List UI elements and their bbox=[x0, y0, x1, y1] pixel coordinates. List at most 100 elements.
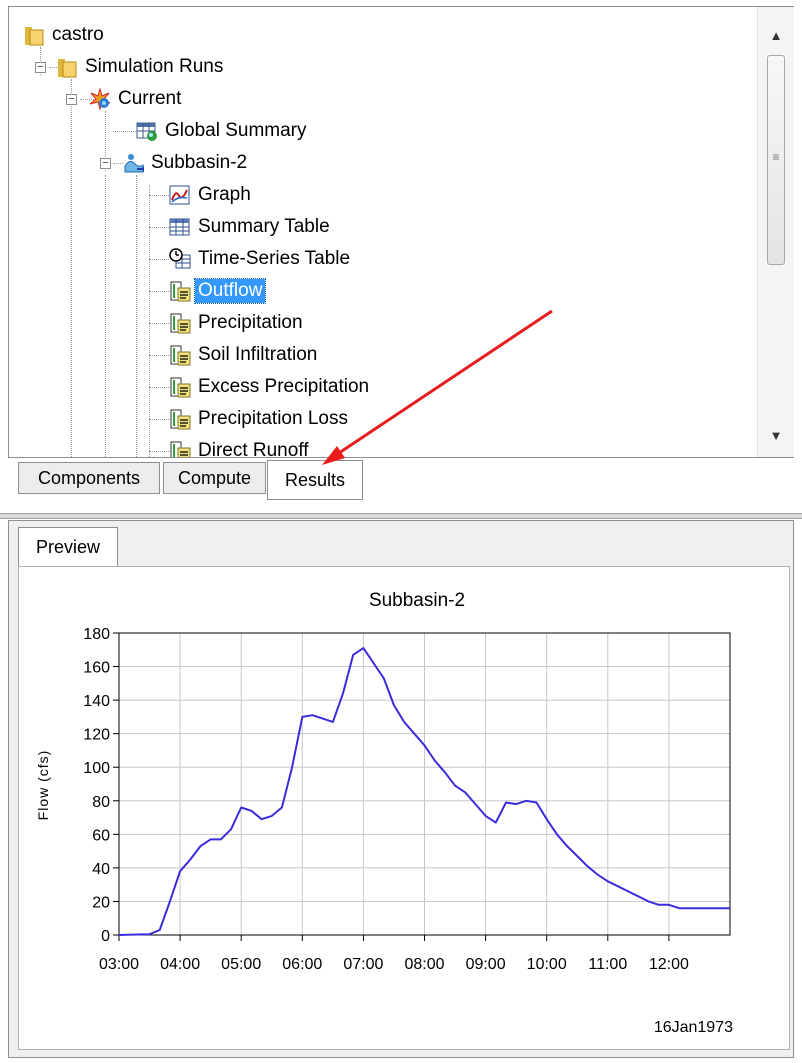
x-tick-label: 06:00 bbox=[282, 956, 322, 973]
tree-item-label: Graph bbox=[198, 184, 251, 205]
tree-connector bbox=[149, 195, 169, 196]
x-tick-label: 12:00 bbox=[649, 956, 689, 973]
y-tick-label: 0 bbox=[101, 928, 110, 945]
tree-item-label: Summary Table bbox=[198, 216, 330, 237]
tree-item-precipitation-loss[interactable]: Precipitation Loss bbox=[169, 405, 351, 433]
tree-connector bbox=[149, 387, 169, 388]
y-tick-label: 140 bbox=[83, 693, 110, 710]
tree-item-label: Excess Precipitation bbox=[198, 376, 370, 397]
y-tick-label: 40 bbox=[92, 861, 110, 878]
x-tick-label: 07:00 bbox=[343, 956, 383, 973]
tree-item-direct-runoff[interactable]: Direct Runoff bbox=[169, 437, 312, 457]
tree-item-label: Precipitation Loss bbox=[198, 408, 348, 429]
result-series-icon bbox=[169, 344, 191, 366]
result-series-icon bbox=[169, 376, 191, 398]
table-icon bbox=[169, 216, 191, 238]
x-tick-label: 09:00 bbox=[466, 956, 506, 973]
x-tick-label: 04:00 bbox=[160, 956, 200, 973]
scrollbar-thumb[interactable]: ≡ bbox=[767, 55, 785, 265]
tab-label: Components bbox=[37, 467, 141, 488]
x-tick-label: 03:00 bbox=[99, 956, 139, 973]
tree-connector bbox=[136, 175, 137, 457]
tree-item-label: Subbasin-2 bbox=[151, 152, 248, 173]
x-tick-label: 05:00 bbox=[221, 956, 261, 973]
tab-label: Preview bbox=[35, 537, 101, 557]
y-tick-label: 160 bbox=[83, 660, 110, 677]
y-tick-label: 120 bbox=[83, 727, 110, 744]
tree-connector bbox=[149, 185, 150, 457]
result-series-icon bbox=[169, 312, 191, 334]
result-series-icon bbox=[169, 280, 191, 302]
tree-connector bbox=[105, 175, 106, 457]
graph-icon bbox=[169, 184, 191, 206]
tree-item-label: Global Summary bbox=[165, 120, 307, 141]
subbasin-icon bbox=[122, 152, 145, 174]
tree-item-label: Direct Runoff bbox=[198, 440, 309, 457]
tree-connector bbox=[149, 419, 169, 420]
tree-item-label: Precipitation bbox=[198, 312, 303, 333]
project-tree: − − − castro Simulation Runs Current Glo… bbox=[9, 7, 751, 457]
folder-icon bbox=[56, 56, 78, 78]
scroll-up-arrow-icon[interactable]: ▲ bbox=[758, 17, 794, 53]
result-series-icon bbox=[169, 440, 191, 457]
tree-item-current[interactable]: Current bbox=[89, 85, 184, 113]
tree-item-time-series-table[interactable]: Time-Series Table bbox=[169, 245, 353, 273]
tree-connector bbox=[149, 451, 169, 452]
outflow-chart: Subbasin-2 Flow (cfs) 16Jan1973 0 20 40 60 8… bbox=[35, 590, 733, 1036]
tab-compute[interactable]: Compute bbox=[163, 462, 266, 494]
tab-preview[interactable]: Preview bbox=[18, 527, 118, 567]
y-tick-label: 60 bbox=[92, 827, 110, 844]
scroll-down-arrow-icon[interactable]: ▼ bbox=[758, 417, 794, 453]
simulation-run-icon bbox=[89, 87, 111, 111]
tree-connector bbox=[149, 227, 169, 228]
tree-item-label: Soil Infiltration bbox=[198, 344, 318, 365]
tree-item-soil-infiltration[interactable]: Soil Infiltration bbox=[169, 341, 320, 369]
project-tree-panel: − − − castro Simulation Runs Current Glo… bbox=[8, 6, 794, 458]
y-tick-label: 20 bbox=[92, 894, 110, 911]
y-tick-label: 100 bbox=[83, 760, 110, 777]
collapse-toggle[interactable]: − bbox=[35, 62, 46, 73]
tree-item-excess-precipitation[interactable]: Excess Precipitation bbox=[169, 373, 372, 401]
tree-connector bbox=[149, 355, 169, 356]
tree-item-castro[interactable]: castro bbox=[23, 21, 107, 49]
tree-item-label: Current bbox=[118, 88, 182, 109]
x-tick-label: 08:00 bbox=[404, 956, 444, 973]
result-series-icon bbox=[169, 408, 191, 430]
chart-title: Subbasin-2 bbox=[369, 590, 465, 611]
y-axis-label: Flow (cfs) bbox=[35, 750, 51, 821]
tree-connector bbox=[113, 131, 138, 132]
scrollbar-grip-icon: ≡ bbox=[772, 150, 780, 164]
tab-results[interactable]: Results bbox=[267, 460, 363, 500]
tree-item-graph[interactable]: Graph bbox=[169, 181, 254, 209]
tree-item-simulation-runs[interactable]: Simulation Runs bbox=[56, 53, 226, 81]
tree-connector bbox=[149, 259, 169, 260]
y-tick-label: 80 bbox=[92, 794, 110, 811]
tree-item-label: Time-Series Table bbox=[198, 248, 351, 269]
tree-connector bbox=[149, 291, 169, 292]
time-series-table-icon bbox=[169, 248, 191, 270]
global-summary-icon bbox=[136, 120, 158, 142]
tab-components[interactable]: Components bbox=[18, 462, 160, 494]
split-pane-divider[interactable] bbox=[0, 513, 802, 519]
tree-item-outflow[interactable]: Outflow bbox=[169, 277, 267, 305]
tree-item-label: castro bbox=[52, 24, 104, 45]
collapse-toggle[interactable]: − bbox=[66, 94, 77, 105]
tree-item-label: Outflow bbox=[193, 278, 267, 304]
y-tick-label: 180 bbox=[83, 626, 110, 643]
chart-area: Subbasin-2 Flow (cfs) 16Jan1973 0 20 40 60 8… bbox=[18, 566, 790, 1050]
tree-item-summary-table[interactable]: Summary Table bbox=[169, 213, 333, 241]
tree-vertical-scrollbar[interactable]: ▲ ≡ ▼ bbox=[757, 7, 794, 457]
tree-connector bbox=[71, 79, 72, 457]
tree-item-global-summary[interactable]: Global Summary bbox=[136, 117, 310, 145]
tree-item-subbasin-2[interactable]: Subbasin-2 bbox=[122, 149, 250, 177]
tab-label: Results bbox=[284, 469, 346, 490]
folder-icon bbox=[23, 24, 45, 46]
x-tick-label: 11:00 bbox=[588, 956, 627, 973]
tree-item-label: Simulation Runs bbox=[85, 56, 224, 77]
collapse-toggle[interactable]: − bbox=[100, 158, 111, 169]
tree-item-precipitation[interactable]: Precipitation bbox=[169, 309, 306, 337]
x-tick-label: 10:00 bbox=[527, 956, 567, 973]
tree-connector bbox=[149, 323, 169, 324]
date-label: 16Jan1973 bbox=[654, 1019, 733, 1036]
tab-label: Compute bbox=[177, 467, 252, 488]
